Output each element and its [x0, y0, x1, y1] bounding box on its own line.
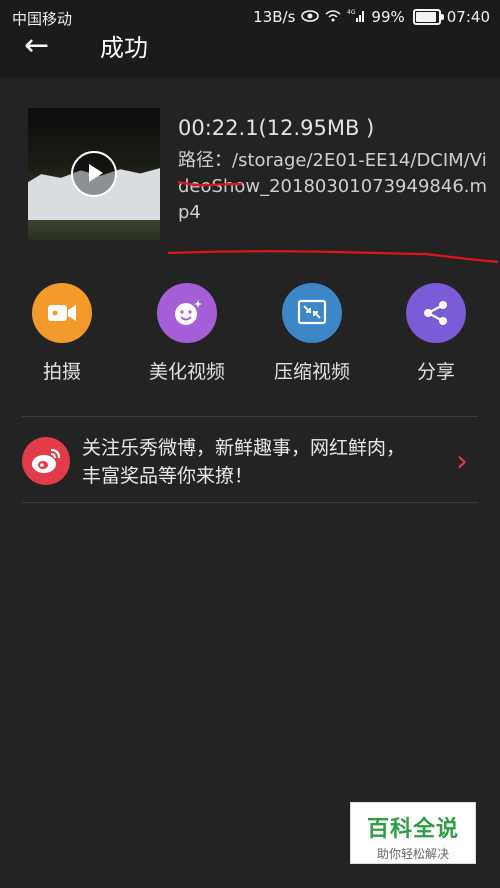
beautify-video-label: 美化视频 [148, 361, 225, 383]
watermark-logo: 百科全说 助你轻松解决 [350, 802, 476, 864]
network-speed: 13B/s [253, 8, 296, 26]
back-arrow-icon[interactable]: ← [24, 28, 49, 63]
video-camera-icon [32, 283, 92, 343]
divider-top [22, 416, 478, 417]
weibo-promo-row[interactable]: 关注乐秀微博，新鲜趣事，网红鲜肉，丰富奖品等你来撩！ › [22, 420, 478, 500]
shoot-button[interactable]: 拍摄 [0, 283, 124, 384]
weibo-icon [22, 437, 70, 485]
share-button[interactable]: 分享 [374, 283, 498, 384]
action-row: 拍摄 美化视频 压缩视频 分享 [0, 283, 500, 393]
share-label: 分享 [416, 361, 455, 383]
eye-icon [301, 8, 320, 26]
page-title: 成功 [100, 34, 148, 62]
clock: 07:40 [446, 8, 490, 26]
shoot-label: 拍摄 [42, 361, 81, 383]
status-right: 13B/s 4G 99% 07:40 [253, 8, 490, 26]
video-thumbnail[interactable] [28, 108, 160, 240]
share-icon [406, 283, 466, 343]
wifi-icon [325, 8, 341, 26]
battery-percent: 99% [371, 8, 405, 26]
compress-video-label: 压缩视频 [273, 361, 350, 383]
thumbnail-treeline [28, 220, 160, 240]
sticker-smile-icon [157, 283, 217, 343]
compress-video-button[interactable]: 压缩视频 [250, 283, 374, 384]
annotation-underline-short [177, 180, 243, 187]
signal-icon: 4G [347, 8, 365, 26]
video-meta: 00:22.1(12.95MB ) 路径：/storage/2E01-EE14/… [178, 116, 488, 226]
battery-icon [412, 9, 444, 25]
play-icon[interactable] [71, 151, 117, 197]
video-duration-size: 00:22.1(12.95MB ) [178, 116, 375, 140]
carrier-name: 中国移动 [12, 10, 73, 28]
annotation-underline-long [167, 250, 499, 264]
divider-bottom [22, 502, 478, 503]
beautify-video-button[interactable]: 美化视频 [125, 283, 249, 384]
app-header: ← 成功 [0, 28, 500, 78]
watermark-sub-text: 助你轻松解决 [376, 847, 449, 861]
weibo-promo-text: 关注乐秀微博，新鲜趣事，网红鲜肉，丰富奖品等你来撩！ [82, 437, 406, 487]
compress-icon [282, 283, 342, 343]
watermark-main-text: 百科全说 [366, 817, 459, 842]
svg-text:4G: 4G [347, 9, 356, 16]
status-bar: 中国移动 13B/s 4G 99% 07:40 [0, 0, 500, 34]
chevron-right-icon: › [456, 444, 468, 479]
